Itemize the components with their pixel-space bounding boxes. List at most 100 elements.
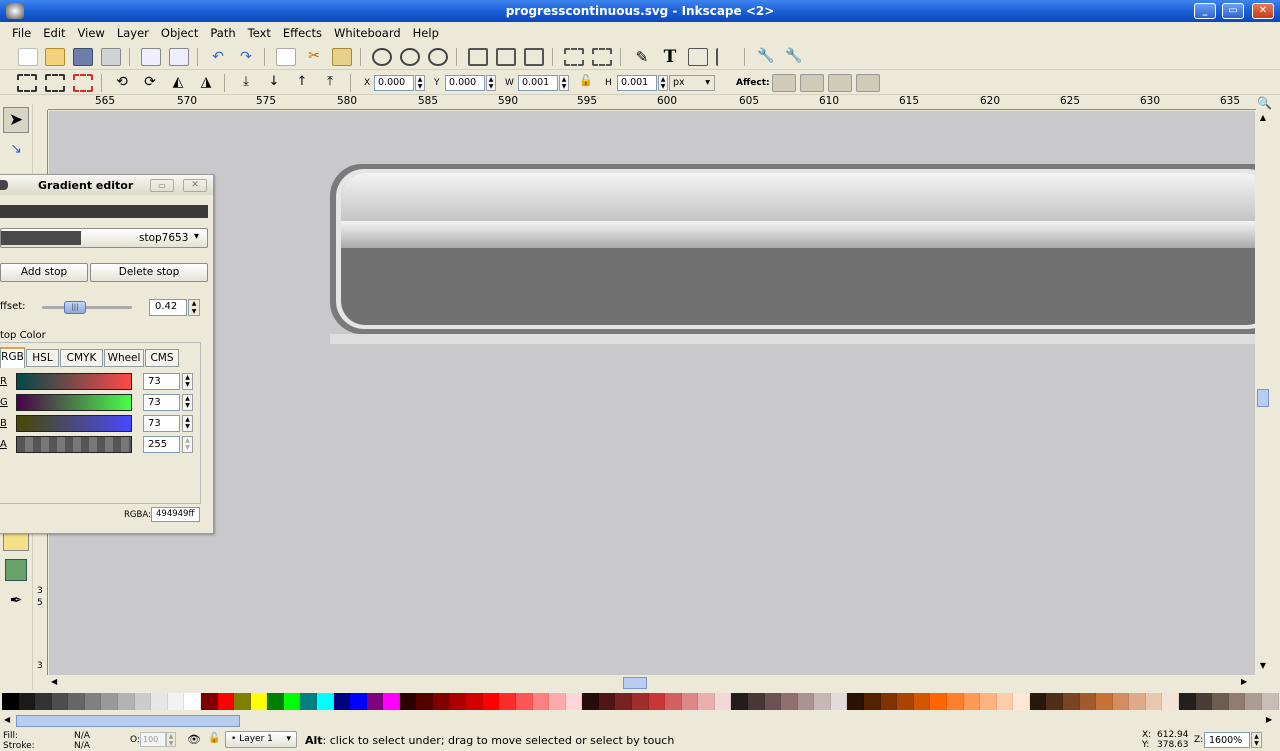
palette-swatch[interactable] [1046,693,1063,710]
palette-swatch[interactable] [300,693,317,710]
channel-r-slider[interactable] [16,373,132,390]
lower-icon[interactable]: ↓ [264,74,284,92]
w-field[interactable]: 0.001 [518,75,558,91]
affect-stroke-icon[interactable] [772,74,796,92]
vertical-scrollbar[interactable]: ▲ ▼ [1256,111,1270,675]
fill-stroke-icon[interactable]: ✎ [632,48,652,66]
palette-swatch[interactable] [1245,693,1262,710]
palette-swatch[interactable] [167,693,185,710]
tab-cms[interactable]: CMS [145,349,179,367]
vertical-scroll-thumb[interactable] [1257,389,1269,407]
cut-icon[interactable]: ✂ [304,48,324,66]
offset-field[interactable]: 0.42 [149,299,187,316]
palette-swatch[interactable] [781,693,798,710]
palette-swatch[interactable] [549,693,566,710]
lower-to-bottom-icon[interactable]: ⤓ [236,74,256,92]
affect-patterns-icon[interactable] [856,74,880,92]
palette-scrollbar[interactable]: ◀ ▶ [0,713,1280,729]
dialog-minimize-icon[interactable]: ▭ [150,179,174,192]
channel-r-field[interactable]: 73 [143,373,180,390]
group-icon[interactable] [564,48,584,66]
select-all-layers-icon[interactable] [45,74,65,92]
palette-swatch[interactable] [267,693,284,710]
import-icon[interactable] [141,48,161,66]
scroll-left-icon[interactable]: ◀ [51,677,57,686]
offset-spinner[interactable]: ▲ ▼ [188,299,200,316]
drawing-canvas[interactable] [49,111,1255,675]
palette-swatch[interactable] [814,693,831,710]
raise-icon[interactable]: ↑ [292,74,312,92]
palette-scroll-thumb[interactable] [16,715,240,727]
palette-swatch[interactable] [714,693,732,710]
palette-swatch[interactable] [1029,693,1047,710]
eye-icon[interactable]: 👁 [187,733,201,746]
palette-swatch[interactable] [565,693,583,710]
palette-swatch[interactable] [515,693,533,710]
stop-select[interactable]: stop7653 ▾ [0,228,208,248]
palette-swatch[interactable] [151,693,168,710]
menu-layer[interactable]: Layer [111,26,155,40]
menu-effects[interactable]: Effects [277,26,328,40]
palette-swatch[interactable] [51,693,69,710]
palette-swatch[interactable] [1261,693,1279,710]
palette-swatch[interactable] [864,693,881,710]
align-distribute-icon[interactable] [716,48,736,66]
horizontal-scroll-thumb[interactable] [623,677,647,689]
menu-view[interactable]: View [72,26,111,40]
palette-swatch[interactable] [482,693,500,710]
channel-a-slider[interactable] [16,436,132,453]
scroll-right-icon[interactable]: ▶ [1266,715,1272,724]
minimize-button[interactable]: _ [1194,3,1216,19]
channel-g-spinner[interactable]: ▲ ▼ [182,394,193,411]
channel-a-field[interactable]: 255 [143,436,180,453]
palette-swatch[interactable] [1179,693,1196,710]
palette-swatch[interactable] [996,693,1014,710]
maximize-button[interactable]: ▭ [1222,3,1244,19]
preferences-icon[interactable]: 🔧 [756,48,776,66]
save-icon[interactable] [73,48,93,66]
close-button[interactable]: ✕ [1252,3,1274,19]
affect-corners-icon[interactable] [800,74,824,92]
tab-hsl[interactable]: HSL [26,349,59,367]
rgba-field[interactable]: 494949ff [151,507,200,522]
flip-horizontal-icon[interactable]: ◭ [168,74,188,92]
palette-swatch[interactable] [316,693,334,710]
palette-swatch[interactable] [980,693,997,710]
xml-editor-icon[interactable] [688,48,708,66]
palette-swatch[interactable] [466,693,483,710]
rotate-cw-icon[interactable]: ⟳ [140,74,160,92]
channel-g-field[interactable]: 73 [143,394,180,411]
delete-stop-button[interactable]: Delete stop [90,263,208,282]
tab-rgb[interactable]: RGB [0,347,25,368]
h-spinner[interactable]: ▲ ▼ [658,75,668,91]
lock-icon[interactable]: 🔓 [576,74,596,92]
y-field[interactable]: 0.000 [445,75,485,91]
channel-g-slider[interactable] [16,394,132,411]
offset-slider-thumb[interactable]: ||| [64,301,86,314]
unit-select[interactable]: px ▾ [669,75,715,91]
lock-icon[interactable]: 🔓 [208,733,220,744]
color-palette[interactable] [0,691,1280,713]
undo-icon[interactable]: ↶ [208,48,228,66]
selector-tool-icon[interactable]: ➤ [3,107,29,133]
palette-swatch[interactable] [101,693,119,710]
opacity-field[interactable]: 100 [140,732,166,747]
open-icon[interactable] [45,48,65,66]
palette-swatch[interactable] [1079,693,1097,710]
clone-icon[interactable] [496,48,516,66]
palette-swatch[interactable] [234,693,251,710]
tab-wheel[interactable]: Wheel [104,349,144,367]
zoom-selection-icon[interactable] [372,48,392,66]
palette-swatch[interactable] [416,693,434,710]
y-spinner[interactable]: ▲ ▼ [486,75,496,91]
palette-swatch[interactable] [35,693,52,710]
palette-swatch[interactable] [350,693,367,710]
palette-swatch[interactable] [764,693,782,710]
palette-swatch[interactable] [748,693,765,710]
document-properties-icon[interactable]: 🔧 [784,48,804,66]
menu-help[interactable]: Help [407,26,445,40]
palette-swatch[interactable] [1013,693,1030,710]
redo-icon[interactable]: ↷ [236,48,256,66]
menu-whiteboard[interactable]: Whiteboard [328,26,407,40]
palette-swatch[interactable] [631,693,649,710]
